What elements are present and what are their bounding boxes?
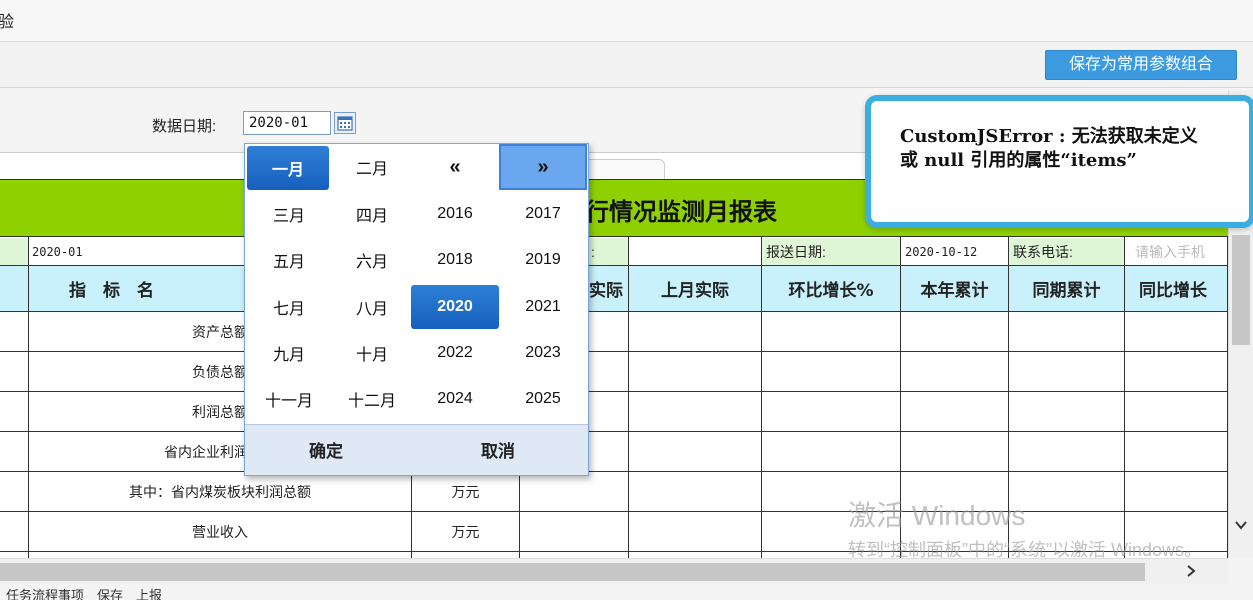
picker-month[interactable]: 四月 [328,191,416,237]
header-actual: 实际 [589,266,628,311]
picker-year[interactable]: 2024 [411,376,499,422]
header-mom: 环比增长% [762,266,900,311]
info-cell-empty[interactable] [629,238,761,265]
phone-input[interactable]: 请输入手机 [1125,238,1228,265]
picker-month[interactable]: 十二月 [328,376,416,422]
status-text: 任务流程事项 保存 上报 [6,588,163,600]
chevron-right-icon[interactable] [1184,564,1198,578]
phone-label: 联系电话: [1009,238,1124,265]
info-date-value: 2020-01 [29,238,244,265]
horizontal-scrollbar[interactable] [0,558,1228,584]
picker-footer: 确定 取消 [245,424,588,475]
title-bar: 验 [0,0,1253,42]
grid-line [628,237,629,558]
info-partial-label: : [589,238,628,265]
grid-line [0,431,1228,432]
calendar-icon [337,116,353,131]
grid-line [0,471,1228,472]
grid-line [0,351,1228,352]
grid-line [28,237,29,558]
report-title: 行情况监测月报表 [585,197,777,226]
picker-ok-button[interactable]: 确定 [309,437,343,462]
picker-month[interactable]: 七月 [245,284,333,330]
picker-year[interactable]: 2017 [499,191,587,237]
picker-next-button[interactable]: » [499,144,587,190]
action-bar: 保存为常用参数组合 [0,42,1253,88]
header-last-month: 上月实际 [629,266,761,311]
row-unit: 万元 [451,483,480,500]
error-message: CustomJSError : 无法获取未定义或 null 引用的属性“item… [900,126,1198,171]
row-unit: 万元 [451,523,480,540]
chevron-down-icon[interactable] [1234,518,1248,532]
grid-line [1124,237,1125,558]
error-popup: CustomJSError : 无法获取未定义或 null 引用的属性“item… [865,95,1253,228]
calendar-button[interactable] [334,112,356,134]
window-title: 验 [0,14,15,31]
picker-month[interactable]: 六月 [328,237,416,283]
picker-month[interactable]: 八月 [328,284,416,330]
status-bar: 任务流程事项 保存 上报 [0,584,1253,600]
info-cell [0,238,28,265]
picker-month[interactable]: 一月 [247,146,329,190]
tab-ghost [585,159,665,181]
picker-year[interactable]: 2020 [411,285,499,329]
grid-line [1008,237,1009,558]
grid-line [0,551,1228,552]
picker-month[interactable]: 三月 [245,191,333,237]
header-yoy: 同比增长 [1125,266,1228,311]
picker-year[interactable]: 2021 [499,284,587,330]
picker-month[interactable]: 十月 [328,330,416,376]
picker-year[interactable]: 2018 [411,237,499,283]
grid-line [761,237,762,558]
grid-line [0,391,1228,392]
picker-month[interactable]: 十一月 [245,376,333,422]
vertical-scroll-thumb[interactable] [1232,235,1250,345]
horizontal-scroll-thumb[interactable] [0,563,1145,581]
header-indicator: 指 标 名 [29,266,244,311]
header-same-period: 同期累计 [1009,266,1124,311]
picker-year[interactable]: 2019 [499,237,587,283]
month-year-picker: 一月 二月 « » 三月 四月 2016 2017 五月 六月 2018 201… [244,143,589,476]
picker-year[interactable]: 2025 [499,376,587,422]
report-date-value: 2020-10-12 [901,238,1008,265]
grid-line [0,511,1228,512]
grid-line [900,237,901,558]
picker-cancel-button[interactable]: 取消 [481,437,515,462]
picker-month[interactable]: 九月 [245,330,333,376]
save-param-combo-button[interactable]: 保存为常用参数组合 [1045,50,1237,80]
picker-year[interactable]: 2022 [411,330,499,376]
report-date-label: 报送日期: [762,238,900,265]
data-date-input[interactable]: 2020-01 [243,111,331,135]
picker-prev-button[interactable]: « [411,144,499,190]
row-name: 营业收入 [192,523,248,540]
header-cell [0,266,28,311]
picker-year[interactable]: 2016 [411,191,499,237]
picker-month[interactable]: 二月 [328,144,416,190]
grid-line [0,311,1228,312]
grid-line [0,265,1228,266]
picker-month[interactable]: 五月 [245,237,333,283]
header-ytd: 本年累计 [901,266,1008,311]
picker-year[interactable]: 2023 [499,330,587,376]
row-name: 其中：省内煤炭板块利润总额 [129,483,311,500]
data-date-label: 数据日期: [152,118,217,135]
